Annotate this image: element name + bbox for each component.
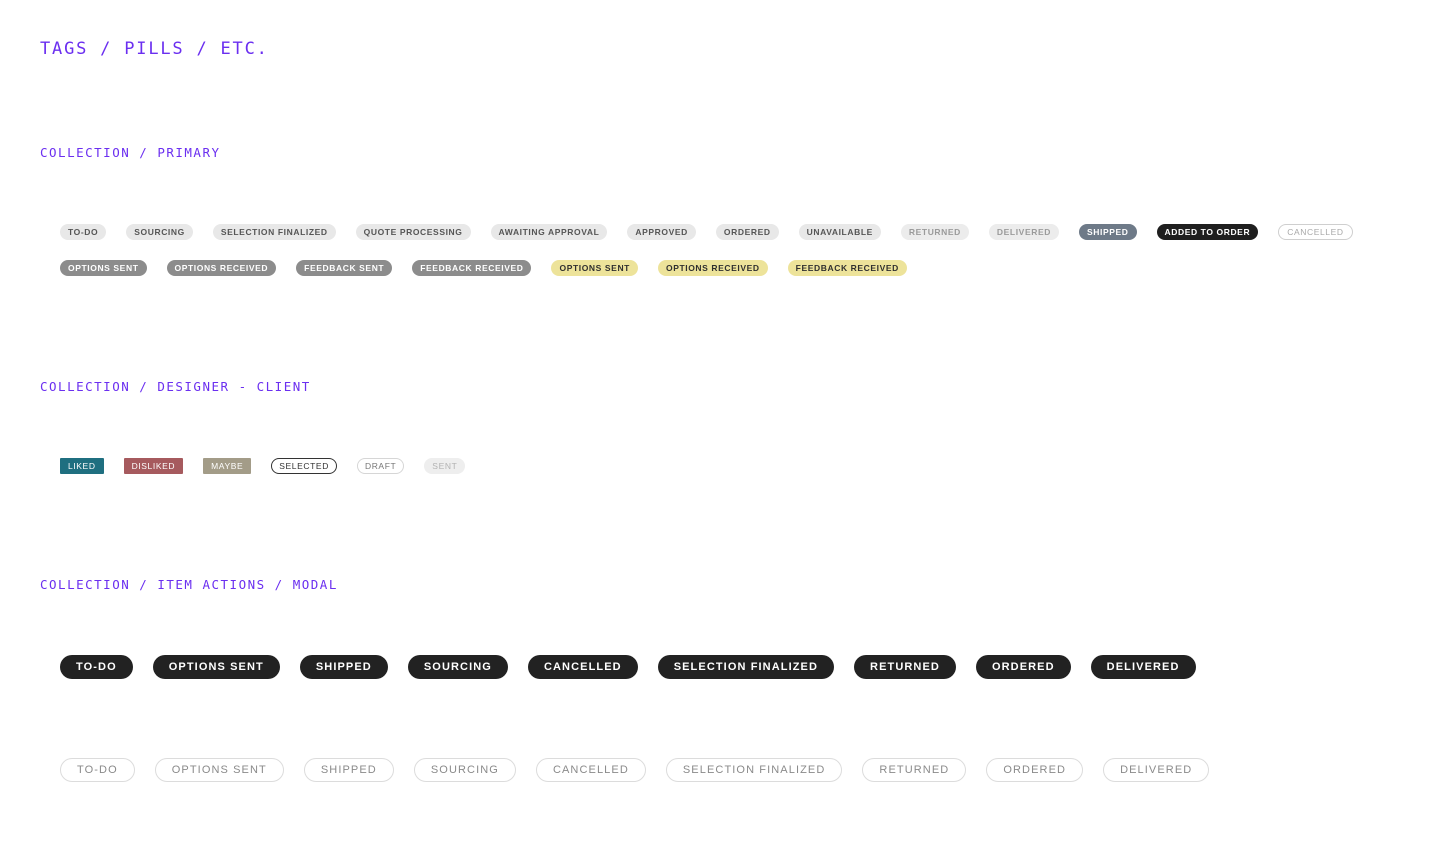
tag-selection-finalized[interactable]: SELECTION FINALIZED [212, 224, 336, 240]
tag-quote-processing[interactable]: QUOTE PROCESSING [355, 224, 471, 240]
tag-approved[interactable]: APPROVED [627, 224, 696, 240]
page-title: TAGS / PILLS / ETC. [40, 39, 269, 59]
tag-feedback-received-yellow[interactable]: FEEDBACK RECEIVED [787, 260, 907, 276]
pill-outline-delivered[interactable]: DELIVERED [1103, 758, 1210, 782]
tag-to-do[interactable]: TO-DO [60, 224, 107, 240]
tag-maybe[interactable]: MAYBE [203, 458, 252, 474]
pill-dark-options-sent[interactable]: OPTIONS SENT [152, 655, 280, 679]
tag-options-sent-grey[interactable]: OPTIONS SENT [60, 260, 147, 276]
pill-outline-to-do[interactable]: TO-DO [60, 758, 135, 782]
modal-outline-pills-row: TO-DO OPTIONS SENT SHIPPED SOURCING CANC… [60, 758, 1229, 782]
pill-dark-returned[interactable]: RETURNED [854, 655, 956, 679]
tag-selected[interactable]: SELECTED [271, 458, 337, 474]
tag-feedback-sent-grey[interactable]: FEEDBACK SENT [296, 260, 393, 276]
pill-outline-returned[interactable]: RETURNED [862, 758, 967, 782]
tag-liked[interactable]: LIKED [60, 458, 104, 474]
section-heading-primary: COLLECTION / PRIMARY [40, 145, 221, 160]
tag-added-to-order[interactable]: ADDED TO ORDER [1156, 224, 1259, 240]
tag-options-sent-yellow[interactable]: OPTIONS SENT [551, 260, 638, 276]
pill-dark-to-do[interactable]: TO-DO [60, 655, 133, 679]
tag-shipped[interactable]: SHIPPED [1078, 224, 1137, 240]
tag-options-received-grey[interactable]: OPTIONS RECEIVED [166, 260, 277, 276]
pill-outline-cancelled[interactable]: CANCELLED [535, 758, 646, 782]
tag-ordered[interactable]: ORDERED [715, 224, 779, 240]
tag-cancelled[interactable]: CANCELLED [1278, 224, 1353, 240]
tag-returned[interactable]: RETURNED [900, 224, 969, 240]
pill-dark-selection-finalized[interactable]: SELECTION FINALIZED [657, 655, 835, 679]
tag-disliked[interactable]: DISLIKED [123, 458, 184, 474]
tag-awaiting-approval[interactable]: AWAITING APPROVAL [490, 224, 608, 240]
pill-dark-delivered[interactable]: DELIVERED [1090, 655, 1196, 679]
tag-sourcing[interactable]: SOURCING [126, 224, 193, 240]
modal-dark-pills-row: TO-DO OPTIONS SENT SHIPPED SOURCING CANC… [60, 655, 1216, 679]
pill-dark-shipped[interactable]: SHIPPED [299, 655, 388, 679]
pill-outline-selection-finalized[interactable]: SELECTION FINALIZED [665, 758, 843, 782]
pill-outline-shipped[interactable]: SHIPPED [303, 758, 394, 782]
pill-dark-ordered[interactable]: ORDERED [975, 655, 1071, 679]
designer-client-tags-row: LIKED DISLIKED MAYBE SELECTED DRAFT SENT [60, 458, 485, 474]
tag-options-received-yellow[interactable]: OPTIONS RECEIVED [657, 260, 768, 276]
pill-dark-sourcing[interactable]: SOURCING [407, 655, 508, 679]
pill-outline-ordered[interactable]: ORDERED [986, 758, 1084, 782]
tag-feedback-received-grey[interactable]: FEEDBACK RECEIVED [412, 260, 532, 276]
pill-dark-cancelled[interactable]: CANCELLED [527, 655, 638, 679]
tag-sent[interactable]: SENT [424, 458, 466, 474]
tag-delivered[interactable]: DELIVERED [988, 224, 1059, 240]
primary-tags-row-2: OPTIONS SENT OPTIONS RECEIVED FEEDBACK S… [60, 260, 927, 276]
tag-unavailable[interactable]: UNAVAILABLE [798, 224, 881, 240]
pill-outline-options-sent[interactable]: OPTIONS SENT [154, 758, 284, 782]
tag-draft[interactable]: DRAFT [356, 458, 405, 474]
section-heading-designer-client: COLLECTION / DESIGNER - CLIENT [40, 379, 311, 394]
section-heading-item-actions: COLLECTION / ITEM ACTIONS / MODAL [40, 577, 338, 592]
pill-outline-sourcing[interactable]: SOURCING [413, 758, 516, 782]
primary-tags-row-1: TO-DO SOURCING SELECTION FINALIZED QUOTE… [60, 224, 1373, 240]
